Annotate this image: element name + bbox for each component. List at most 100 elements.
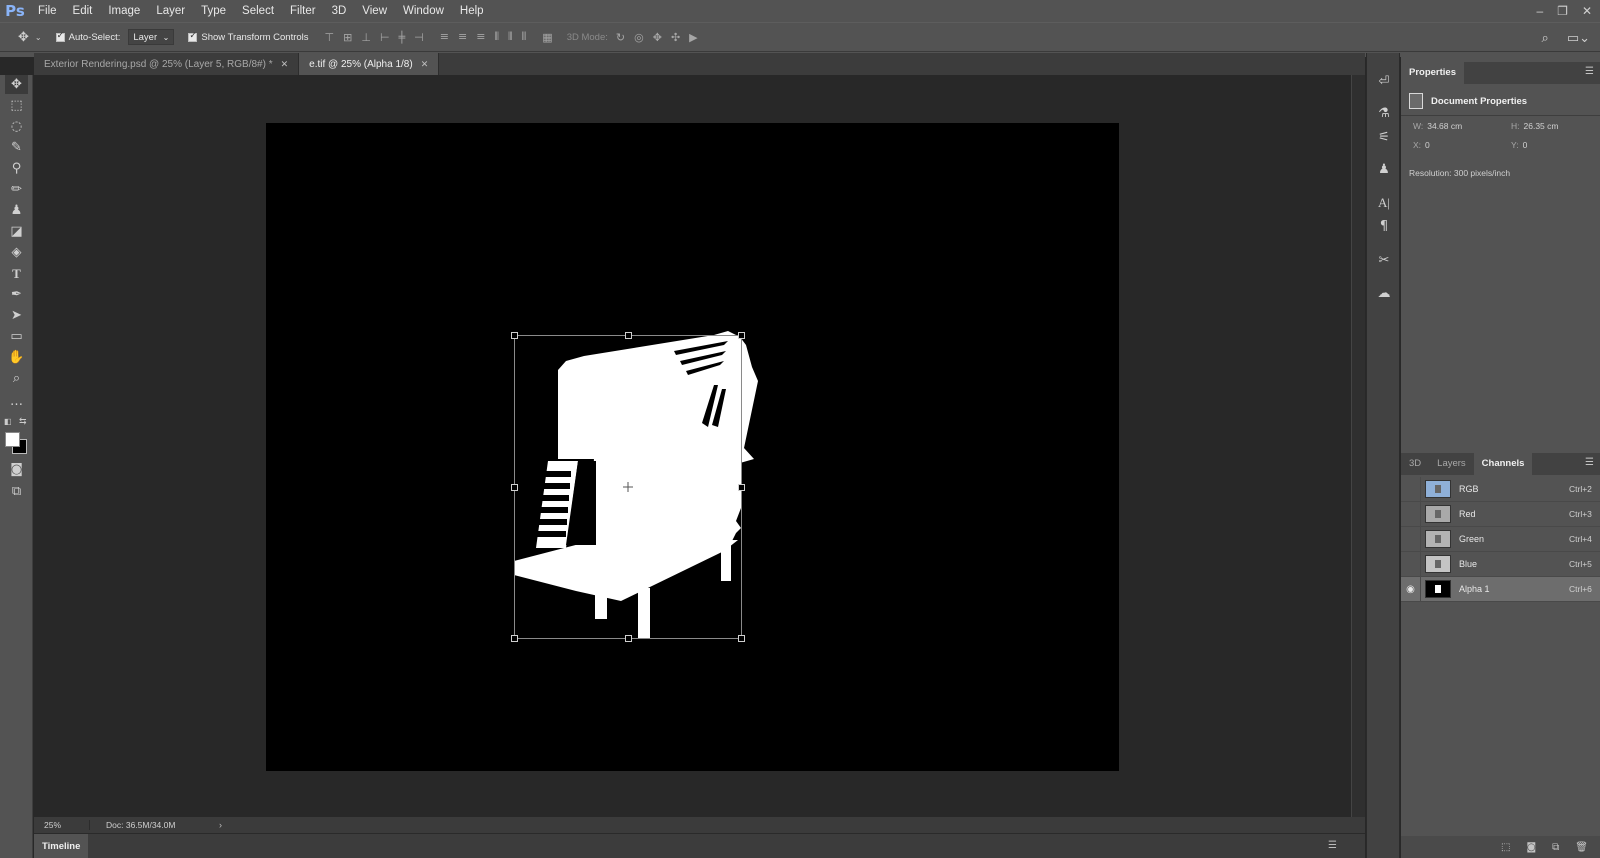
path-selection-tool-icon[interactable]: ➤ (5, 306, 28, 325)
tab-3d[interactable]: 3D (1401, 453, 1429, 475)
workspace-switcher-icon[interactable]: ▭⌄ (1567, 31, 1590, 46)
rectangle-tool-icon[interactable]: ▭ (5, 327, 28, 346)
align-right-icon[interactable]: ⊣ (414, 31, 424, 44)
show-transform-controls-checkbox[interactable]: Show Transform Controls (188, 31, 309, 43)
close-tab-icon[interactable]: ✕ (421, 59, 429, 70)
menu-edit[interactable]: Edit (65, 0, 101, 22)
auto-align-icon[interactable]: ▦ (542, 31, 552, 44)
clone-source-icon[interactable]: ♟ (1373, 159, 1395, 179)
auto-select-target-dropdown[interactable]: Layer ⌄ (128, 29, 175, 45)
creative-cloud-libraries-icon[interactable]: ☁ (1373, 283, 1395, 303)
document-canvas[interactable] (266, 123, 1119, 771)
eyedropper-tool-icon[interactable]: ⚲ (5, 159, 28, 178)
tab-channels[interactable]: Channels (1473, 453, 1533, 475)
menu-window[interactable]: Window (395, 0, 452, 22)
pen-tool-icon[interactable]: ✒ (5, 285, 28, 304)
visibility-eye-icon[interactable] (1401, 501, 1421, 527)
brush-tool-icon[interactable]: ✏ (5, 180, 28, 199)
show-transform-check-box[interactable] (188, 31, 198, 42)
clone-stamp-tool-icon[interactable]: ♟ (5, 201, 28, 220)
distribute-vcenter-icon[interactable]: ≡ (458, 30, 467, 44)
swatches-icon[interactable]: ⚗ (1373, 103, 1395, 123)
align-bottom-icon[interactable]: ⊥ (361, 31, 371, 44)
hamburger-menu-icon[interactable]: ☰ (1585, 457, 1594, 468)
distribute-right-icon[interactable]: ⫴ (522, 30, 527, 44)
align-top-icon[interactable]: ⊤ (325, 31, 335, 44)
status-menu-arrow-icon[interactable]: › (219, 820, 222, 830)
close-button[interactable]: ✕ (1582, 4, 1592, 18)
y-value[interactable]: 0 (1523, 140, 1528, 150)
height-value[interactable]: 26.35 cm (1524, 121, 1559, 131)
visibility-eye-icon[interactable] (1401, 476, 1421, 502)
move-tool-icon[interactable]: ✥ (5, 75, 28, 94)
document-tab[interactable]: Exterior Rendering.psd @ 25% (Layer 5, R… (34, 53, 300, 75)
minimize-button[interactable]: – (1536, 4, 1543, 18)
marquee-tool-icon[interactable]: ⬚ (5, 96, 28, 115)
adjustments-icon[interactable]: ⚟ (1373, 127, 1395, 147)
trash-icon[interactable]: 🗑 (1575, 842, 1588, 853)
auto-select-check-box[interactable] (55, 31, 65, 42)
tab-properties[interactable]: Properties (1401, 62, 1464, 84)
history-icon[interactable]: ⏎ (1373, 71, 1395, 91)
menu-select[interactable]: Select (234, 0, 282, 22)
paint-bucket-tool-icon[interactable]: ◈ (5, 243, 28, 262)
new-channel-icon[interactable]: ⧉ (1552, 842, 1559, 853)
distribute-top-icon[interactable]: ≡ (440, 30, 449, 44)
character-icon[interactable]: A| (1373, 193, 1395, 213)
swap-colors-icon[interactable]: ⇆ (19, 416, 27, 427)
distribute-left-icon[interactable]: ⫴ (494, 30, 499, 44)
lasso-tool-icon[interactable]: ◌ (5, 117, 28, 136)
channel-row[interactable]: Red Ctrl+3 (1401, 501, 1600, 527)
menu-layer[interactable]: Layer (148, 0, 193, 22)
menu-filter[interactable]: Filter (282, 0, 324, 22)
channel-row[interactable]: ◉ Alpha 1 Ctrl+6 (1401, 576, 1600, 602)
channel-row[interactable]: RGB Ctrl+2 (1401, 476, 1600, 502)
menu-type[interactable]: Type (193, 0, 234, 22)
visibility-eye-icon[interactable] (1401, 526, 1421, 552)
3d-orbit-icon[interactable]: ↻ (616, 31, 625, 44)
eraser-tool-icon[interactable]: ◪ (5, 222, 28, 241)
zoom-level-field[interactable]: 25% (34, 820, 90, 830)
menu-help[interactable]: Help (452, 0, 492, 22)
move-tool-preset-icon[interactable]: ✥ (18, 30, 29, 45)
more-tools-icon[interactable]: … (5, 392, 28, 411)
align-vcenter-icon[interactable]: ⊞ (343, 31, 352, 44)
visibility-eye-icon[interactable] (1401, 551, 1421, 577)
zoom-tool-icon[interactable]: ⌕ (5, 369, 28, 388)
canvas-vertical-scrollbar[interactable] (1351, 75, 1365, 817)
hand-tool-icon[interactable]: ✋ (5, 348, 28, 367)
load-channel-as-selection-icon[interactable]: ⬚ (1501, 842, 1510, 853)
paragraph-icon[interactable]: ¶ (1373, 216, 1395, 236)
width-value[interactable]: 34.68 cm (1427, 121, 1462, 131)
3d-roll-icon[interactable]: ◎ (634, 31, 644, 44)
hamburger-menu-icon[interactable]: ☰ (1328, 840, 1337, 851)
restore-button[interactable]: ❐ (1557, 4, 1568, 18)
menu-image[interactable]: Image (100, 0, 148, 22)
quick-selection-tool-icon[interactable]: ✎ (5, 138, 28, 157)
tab-layers[interactable]: Layers (1429, 453, 1474, 475)
distribute-bottom-icon[interactable]: ≡ (476, 30, 485, 44)
menu-3d[interactable]: 3D (324, 0, 355, 22)
channel-row[interactable]: Blue Ctrl+5 (1401, 551, 1600, 577)
3d-pan-icon[interactable]: ✥ (653, 31, 662, 44)
close-tab-icon[interactable]: ✕ (281, 59, 289, 70)
document-tab[interactable]: e.tif @ 25% (Alpha 1/8) ✕ (299, 53, 440, 75)
menu-view[interactable]: View (354, 0, 395, 22)
hamburger-menu-icon[interactable]: ☰ (1585, 66, 1594, 77)
quick-mask-icon[interactable]: ◙ (5, 460, 28, 479)
chevron-down-icon[interactable]: ⌄ (35, 33, 42, 42)
align-left-icon[interactable]: ⊢ (380, 31, 390, 44)
menu-file[interactable]: File (30, 0, 65, 22)
search-icon[interactable]: ⌕ (1542, 31, 1549, 46)
type-tool-icon[interactable]: T (5, 264, 28, 283)
align-hcenter-icon[interactable]: ╪ (399, 31, 406, 44)
tool-presets-icon[interactable]: ✂ (1373, 250, 1395, 270)
auto-select-checkbox[interactable]: Auto-Select: (55, 31, 120, 43)
3d-scale-icon[interactable]: ▶ (689, 31, 697, 44)
channel-row[interactable]: Green Ctrl+4 (1401, 526, 1600, 552)
visibility-eye-icon[interactable]: ◉ (1401, 576, 1421, 602)
screen-mode-icon[interactable]: ⧉ (5, 482, 28, 501)
save-selection-as-channel-icon[interactable]: ◙ (1526, 842, 1536, 853)
default-colors-icon[interactable]: ◧ (4, 417, 12, 426)
x-value[interactable]: 0 (1425, 140, 1430, 150)
